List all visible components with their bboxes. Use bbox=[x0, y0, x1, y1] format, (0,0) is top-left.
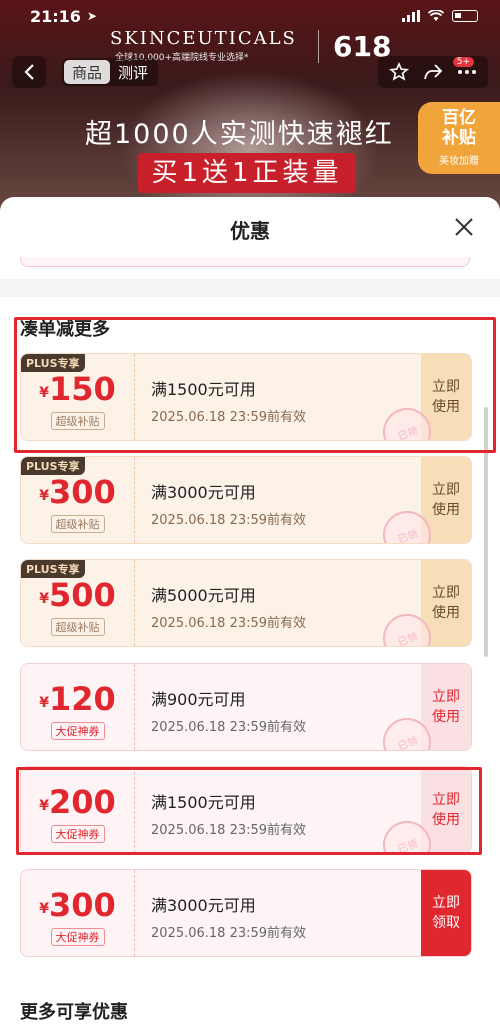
coupon-amount-block: PLUS专享 ¥500 超级补贴 bbox=[21, 560, 135, 646]
product-banner: 21:16 ➤ SKINCEUTICALS 全球10,000+高端院线专业选择*… bbox=[0, 0, 500, 215]
banner-promo: 买1送1正装量 bbox=[138, 153, 356, 193]
currency-symbol: ¥ bbox=[39, 385, 49, 401]
coupon-condition: 满5000元可用 bbox=[151, 586, 256, 605]
coupon-type-label: 大促神券 bbox=[50, 722, 105, 740]
coupon-type-label: 超级补贴 bbox=[50, 515, 105, 533]
coupon-amount: 120 bbox=[48, 680, 116, 718]
coupon-amount-block: ¥300 大促神券 bbox=[21, 870, 135, 956]
currency-symbol: ¥ bbox=[39, 901, 49, 917]
section-title-combine: 凑单减更多 bbox=[20, 319, 110, 340]
coupon-type-label: 大促神券 bbox=[50, 825, 105, 843]
coupon-amount-block: PLUS专享 ¥150 超级补贴 bbox=[21, 354, 135, 440]
coupon-type-label: 超级补贴 bbox=[50, 412, 105, 430]
coupon-amount: 500 bbox=[48, 576, 116, 614]
star-icon bbox=[389, 62, 409, 81]
brand-name: SKINCEUTICALS bbox=[110, 28, 297, 49]
coupon-info: 满5000元可用 2025.06.18 23:59前有效 已领 bbox=[135, 560, 438, 646]
coupon-card: ¥300 大促神券 满3000元可用 2025.06.18 23:59前有效 立… bbox=[20, 869, 472, 957]
currency-symbol: ¥ bbox=[39, 798, 49, 814]
section-title-more: 更多可享优惠 bbox=[20, 1002, 128, 1023]
coupon-amount-block: PLUS专享 ¥300 超级补贴 bbox=[21, 457, 135, 543]
coupon-validity: 2025.06.18 23:59前有效 bbox=[151, 410, 307, 425]
coupon-amount-block: ¥200 大促神券 bbox=[21, 767, 135, 853]
chevron-left-icon bbox=[24, 64, 34, 80]
close-icon[interactable] bbox=[452, 215, 476, 239]
coupon-card: PLUS专享 ¥150 超级补贴 满1500元可用 2025.06.18 23:… bbox=[20, 353, 472, 441]
coupon-amount: 300 bbox=[48, 473, 116, 511]
status-time: 21:16 bbox=[30, 6, 81, 26]
sheet-title: 优惠 bbox=[230, 219, 270, 243]
coupon-condition: 满3000元可用 bbox=[151, 483, 256, 502]
subsidy-line2: 补贴 bbox=[442, 128, 476, 148]
nav-actions: 5+ bbox=[378, 56, 488, 88]
share-button[interactable] bbox=[422, 61, 444, 83]
coupon-sheet: 优惠 凑单减更多 PLUS专享 ¥150 超级补贴 满1500元可用 2025.… bbox=[0, 197, 500, 1024]
subsidy-sub: 美妆加赠 bbox=[439, 156, 479, 167]
banner-headline: 超1000人实测快速褪红 bbox=[85, 119, 394, 150]
coupon-amount: 200 bbox=[48, 783, 116, 821]
location-arrow-icon: ➤ bbox=[86, 9, 97, 23]
battery-icon bbox=[452, 10, 478, 22]
signal-icon bbox=[402, 10, 420, 22]
coupon-condition: 满3000元可用 bbox=[151, 896, 256, 915]
coupon-info: 满3000元可用 2025.06.18 23:59前有效 已领 bbox=[135, 457, 438, 543]
coupon-card: PLUS专享 ¥500 超级补贴 满5000元可用 2025.06.18 23:… bbox=[20, 559, 472, 647]
section-divider bbox=[0, 279, 500, 297]
back-button[interactable] bbox=[12, 56, 46, 88]
nav-tabs: 商品 测评 bbox=[62, 58, 159, 86]
coupon-validity: 2025.06.18 23:59前有效 bbox=[151, 823, 307, 838]
sheet-header: 优惠 bbox=[0, 197, 500, 261]
coupon-condition: 满1500元可用 bbox=[151, 793, 256, 812]
coupon-condition: 满1500元可用 bbox=[151, 380, 256, 399]
coupon-card: PLUS专享 ¥300 超级补贴 满3000元可用 2025.06.18 23:… bbox=[20, 456, 472, 544]
coupon-validity: 2025.06.18 23:59前有效 bbox=[151, 513, 307, 528]
coupon-info: 满1500元可用 2025.06.18 23:59前有效 已领 bbox=[135, 767, 438, 853]
more-button[interactable]: 5+ bbox=[452, 57, 478, 83]
coupon-info: 满1500元可用 2025.06.18 23:59前有效 已领 bbox=[135, 354, 438, 440]
coupon-amount-block: ¥120 大促神券 bbox=[21, 664, 135, 750]
coupon-info: 满900元可用 2025.06.18 23:59前有效 已领 bbox=[135, 664, 438, 750]
coupon-type-label: 大促神券 bbox=[50, 928, 105, 946]
currency-symbol: ¥ bbox=[39, 488, 49, 504]
wifi-icon bbox=[428, 10, 444, 21]
tab-product[interactable]: 商品 bbox=[64, 60, 111, 84]
coupon-info: 满3000元可用 2025.06.18 23:59前有效 bbox=[135, 870, 421, 956]
coupon-amount: 150 bbox=[48, 370, 116, 408]
coupon-amount: 300 bbox=[48, 886, 116, 924]
coupon-validity: 2025.06.18 23:59前有效 bbox=[151, 926, 307, 941]
subsidy-badge[interactable]: 百亿 补贴 美妆加赠 bbox=[418, 102, 500, 174]
coupon-condition: 满900元可用 bbox=[151, 690, 246, 709]
coupon-validity: 2025.06.18 23:59前有效 bbox=[151, 720, 307, 735]
coupon-validity: 2025.06.18 23:59前有效 bbox=[151, 616, 307, 631]
coupon-card: ¥120 大促神券 满900元可用 2025.06.18 23:59前有效 已领… bbox=[20, 663, 472, 751]
currency-symbol: ¥ bbox=[39, 591, 49, 607]
previous-coupon-card bbox=[20, 257, 470, 267]
more-icon bbox=[458, 70, 476, 74]
tab-review[interactable]: 测评 bbox=[110, 60, 156, 84]
scrollbar[interactable] bbox=[484, 407, 488, 657]
coupon-card: ¥200 大促神券 满1500元可用 2025.06.18 23:59前有效 已… bbox=[20, 766, 472, 854]
favorite-button[interactable] bbox=[388, 61, 410, 83]
subsidy-line1: 百亿 bbox=[442, 108, 476, 128]
currency-symbol: ¥ bbox=[39, 695, 49, 711]
coupon-type-label: 超级补贴 bbox=[50, 618, 105, 636]
top-nav: 商品 测评 5+ bbox=[0, 54, 500, 90]
claim-now-button[interactable]: 立即领取 bbox=[421, 870, 471, 956]
message-badge: 5+ bbox=[452, 57, 474, 67]
share-icon bbox=[424, 64, 443, 80]
